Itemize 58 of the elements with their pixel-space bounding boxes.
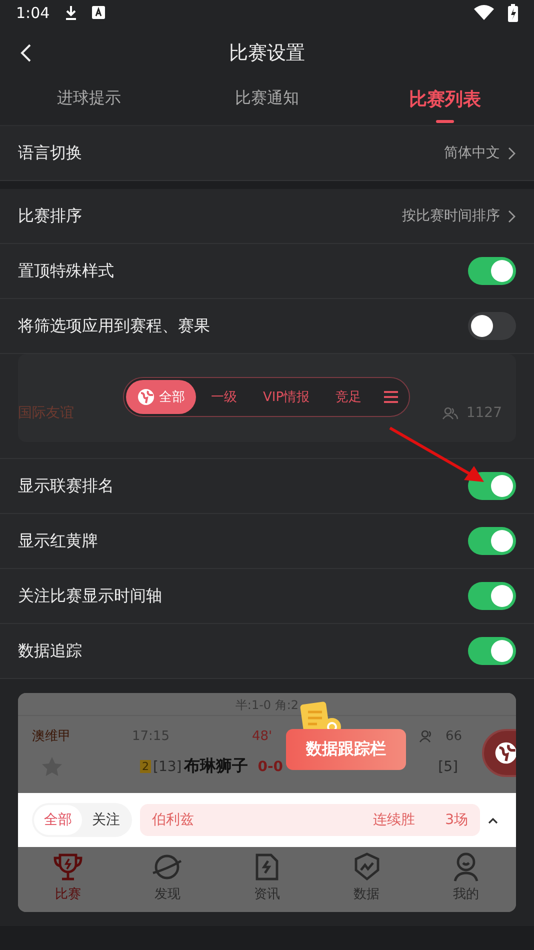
caret-icon[interactable] — [488, 816, 498, 824]
globe-icon — [137, 388, 155, 406]
globe-icon — [494, 741, 516, 765]
toggle-switch[interactable] — [468, 582, 516, 610]
download-icon — [64, 4, 78, 20]
status-time: 1:04 — [16, 4, 50, 22]
filter-chip[interactable]: VIP情报 — [252, 380, 321, 414]
team-rank: [13] — [153, 758, 182, 774]
nav-item[interactable]: 比赛 — [18, 847, 118, 912]
league-name: 国际友谊 — [18, 404, 75, 422]
toggle-switch[interactable] — [468, 637, 516, 665]
filter-chip[interactable]: 竞足 — [324, 380, 373, 414]
team-rank: [5] — [438, 758, 458, 774]
keyboard-icon — [92, 6, 105, 19]
tab[interactable]: 比赛通知 — [178, 80, 356, 125]
trophy-icon — [52, 851, 84, 883]
nav-item[interactable]: 资讯 — [217, 847, 317, 912]
toggle-switch[interactable] — [468, 472, 516, 500]
streak-count: 3场 — [445, 811, 468, 829]
tab[interactable]: 进球提示 — [0, 80, 178, 125]
viewer-count: 1127 — [466, 405, 502, 421]
league-name: 澳维甲 — [32, 728, 72, 745]
segment-tab[interactable]: 全部 — [34, 805, 82, 835]
back-icon[interactable] — [20, 43, 32, 63]
team-name: 伯利兹 — [152, 811, 194, 829]
setting-label: 显示联赛排名 — [18, 476, 115, 496]
nav-item[interactable]: 数据 — [316, 847, 416, 912]
battery-icon — [508, 4, 518, 22]
setting-label: 关注比赛显示时间轴 — [18, 586, 163, 606]
people-icon — [442, 406, 458, 420]
chevron-icon — [508, 210, 516, 222]
filter-chip[interactable]: 一级 — [200, 380, 248, 414]
nav-item[interactable]: 发现 — [118, 847, 218, 912]
tooltip: 数据跟踪栏 — [286, 729, 406, 770]
wifi-icon — [474, 5, 494, 20]
setting-label: 数据追踪 — [18, 640, 83, 662]
setting-label: 语言切换 — [18, 142, 83, 164]
tab[interactable]: 比赛列表 — [356, 80, 534, 125]
setting-label: 将筛选项应用到赛程、赛果 — [18, 316, 211, 336]
streak-type: 连续胜 — [373, 811, 416, 829]
setting-value[interactable]: 按比赛时间排序 — [402, 207, 500, 225]
segment-tab[interactable]: 关注 — [82, 805, 130, 835]
match-minute: 48' — [252, 728, 272, 744]
chevron-icon — [508, 146, 516, 160]
setting-label: 比赛排序 — [18, 206, 83, 226]
menu-icon[interactable] — [382, 390, 399, 404]
filter-chip[interactable]: 全部 — [126, 380, 196, 414]
card-count: 2 — [140, 760, 151, 773]
page-title: 比赛设置 — [229, 40, 305, 66]
setting-label: 显示红黄牌 — [18, 530, 99, 552]
nav-item[interactable]: 我的 — [416, 847, 516, 912]
setting-label: 置顶特殊样式 — [18, 260, 115, 282]
toggle-switch[interactable] — [468, 527, 516, 555]
toggle-switch[interactable] — [468, 257, 516, 285]
toggle-switch[interactable] — [468, 312, 516, 340]
team-name: 布琳狮子 — [184, 756, 248, 777]
match-score: 0-0 — [258, 758, 284, 774]
setting-value[interactable]: 简体中文 — [444, 144, 500, 162]
